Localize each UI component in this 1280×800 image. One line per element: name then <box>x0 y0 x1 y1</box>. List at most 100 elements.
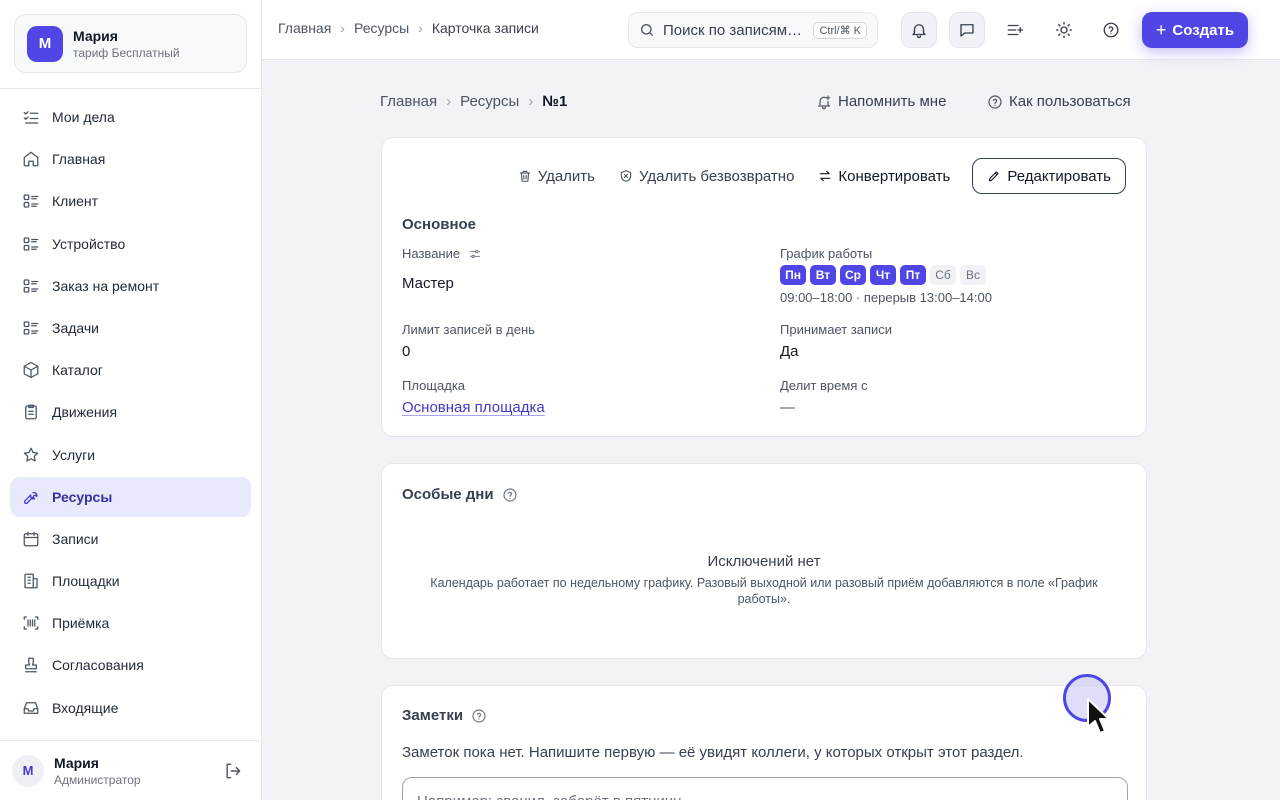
notifications-button[interactable] <box>901 12 937 48</box>
sidebar-item-label: Записи <box>52 530 99 547</box>
sidebar-item-tasks[interactable]: Задачи <box>10 308 251 348</box>
sidebar-item-label: Приёмка <box>52 615 110 632</box>
field-label-schedule: График работы <box>780 246 873 261</box>
stamp-icon <box>25 658 37 673</box>
settings-sliders-icon[interactable] <box>468 247 482 261</box>
sidebar-item-label: Заказ на ремонт <box>52 277 160 294</box>
sidebar-divider <box>0 88 261 89</box>
help-button[interactable] <box>1093 12 1129 48</box>
scan-icon <box>23 616 39 630</box>
breadcrumb-link-resources[interactable]: Ресурсы <box>460 93 519 110</box>
breadcrumb-current: Карточка записи <box>431 20 539 36</box>
sidebar-item-device[interactable]: Устройство <box>10 224 251 264</box>
help-icon[interactable] <box>502 487 518 503</box>
section-title-text: Особые дни <box>402 486 494 503</box>
sidebar-item-home[interactable]: Главная <box>10 139 251 179</box>
list-icon <box>23 194 39 209</box>
clipboard-icon <box>25 404 37 420</box>
sidebar-item-resources[interactable]: Ресурсы <box>10 476 251 517</box>
sidebar-item-label: Устройство <box>52 235 126 252</box>
day-badge-thu: Чт <box>870 265 896 285</box>
breadcrumb-link-home[interactable]: Главная <box>278 20 331 36</box>
sidebar-item-label: Ресурсы <box>52 488 113 505</box>
edit-button[interactable]: Редактировать <box>972 158 1126 194</box>
sidebar-item-label: Площадки <box>52 573 120 590</box>
sidebar-item-bookings[interactable]: Записи <box>10 519 251 559</box>
delete-forever-button[interactable]: Удалить безвозвратно <box>619 168 794 185</box>
field-label-shares: Делит время с <box>780 378 868 393</box>
field-label-site: Площадка <box>402 378 466 393</box>
org-name: Мария <box>73 27 118 44</box>
sidebar-item-label: Движения <box>52 404 118 421</box>
sidebar-item-repair-order[interactable]: Заказ на ремонт <box>10 266 251 306</box>
field-label-accepts: Принимает записи <box>780 322 893 337</box>
field-label-limit: Лимит записей в день <box>402 322 535 337</box>
list-icon <box>23 321 39 335</box>
create-button[interactable]: + Создать <box>1142 12 1248 48</box>
avatar: М <box>12 754 44 787</box>
breadcrumb-link-home[interactable]: Главная <box>380 93 437 110</box>
sidebar-item-my-tasks[interactable]: Мои дела <box>10 97 251 137</box>
notes-card: Заметки Заметок пока нет. Напишите перву… <box>381 685 1147 800</box>
section-title-text: Заметки <box>402 707 464 724</box>
field-label-name: Название <box>402 246 482 261</box>
chevron-right-icon: › <box>528 93 534 110</box>
sidebar-item-client[interactable]: Клиент <box>10 181 251 221</box>
sidebar-item-services[interactable]: Услуги <box>10 435 251 475</box>
help-icon[interactable] <box>471 708 487 724</box>
theme-toggle-button[interactable] <box>1046 12 1082 48</box>
sidebar-item-label: Задачи <box>52 319 100 336</box>
record-actions: Удалить Удалить безвозвратно Конвертиров… <box>494 158 1126 194</box>
day-badge-fri: Пт <box>900 265 926 285</box>
sun-icon <box>1055 21 1073 39</box>
sidebar-nav: Мои дела Главная Клиент Устройство Заказ… <box>10 97 251 730</box>
org-switcher[interactable]: М Мария тариф Бесплатный <box>14 14 247 73</box>
section-title-main: Основное <box>402 216 477 233</box>
checklist-icon <box>23 111 39 124</box>
record-main-card: Удалить Удалить безвозвратно Конвертиров… <box>381 137 1147 437</box>
messages-button[interactable] <box>949 12 985 48</box>
sidebar-item-label: Входящие <box>52 699 119 716</box>
empty-state-title: Исключений нет <box>707 553 821 570</box>
how-to-use-button[interactable]: Как пользоваться <box>987 93 1131 110</box>
field-link-site[interactable]: Основная площадка <box>402 399 545 416</box>
page-breadcrumb: Главная › Ресурсы › №1 <box>380 93 567 110</box>
help-icon <box>1103 22 1119 38</box>
sidebar-item-movements[interactable]: Движения <box>10 392 251 432</box>
sidebar-item-label: Каталог <box>52 362 103 379</box>
sidebar-item-catalog[interactable]: Каталог <box>10 350 251 390</box>
sidebar-item-approvals[interactable]: Согласования <box>10 645 251 685</box>
swap-icon <box>820 170 831 182</box>
delete-forever-label: Удалить безвозвратно <box>639 167 795 185</box>
task-list-button[interactable] <box>997 12 1033 48</box>
field-value-shares: — <box>780 399 795 416</box>
search-input[interactable]: Поиск по записям… Ctrl/⌘ K <box>628 12 878 48</box>
section-title-notes: Заметки <box>402 707 487 724</box>
building-icon <box>24 573 38 589</box>
delete-button[interactable]: Удалить <box>518 168 595 185</box>
breadcrumb-link-resources[interactable]: Ресурсы <box>354 20 409 36</box>
note-input[interactable] <box>402 777 1128 800</box>
sidebar-item-label: Согласования <box>52 657 144 674</box>
chevron-right-icon: › <box>418 20 423 36</box>
chevron-right-icon: › <box>446 93 452 110</box>
remind-me-button[interactable]: Напомнить мне <box>816 93 946 110</box>
sidebar-item-intake[interactable]: Приёмка <box>10 603 251 643</box>
list-icon <box>23 279 39 293</box>
schedule-days: Пн Вт Ср Чт Пт Сб Вс <box>780 265 990 285</box>
convert-button[interactable]: Конвертировать <box>818 168 950 185</box>
sidebar-item-label: Клиент <box>52 193 99 210</box>
org-plan: тариф Бесплатный <box>73 45 180 60</box>
remind-me-label: Напомнить мне <box>838 93 947 110</box>
plus-icon: + <box>1155 19 1167 40</box>
page-title: №1 <box>542 93 568 110</box>
logout-button[interactable] <box>223 761 243 781</box>
bell-plus-icon <box>818 94 831 109</box>
search-hotkey: Ctrl/⌘ K <box>813 21 867 39</box>
sidebar-item-sites[interactable]: Площадки <box>10 561 251 601</box>
home-icon <box>23 151 39 167</box>
star-icon <box>23 447 39 462</box>
sidebar-item-inbox[interactable]: Входящие <box>10 688 251 728</box>
list-add-icon <box>1007 24 1024 36</box>
field-value-accepts: Да <box>780 343 799 360</box>
